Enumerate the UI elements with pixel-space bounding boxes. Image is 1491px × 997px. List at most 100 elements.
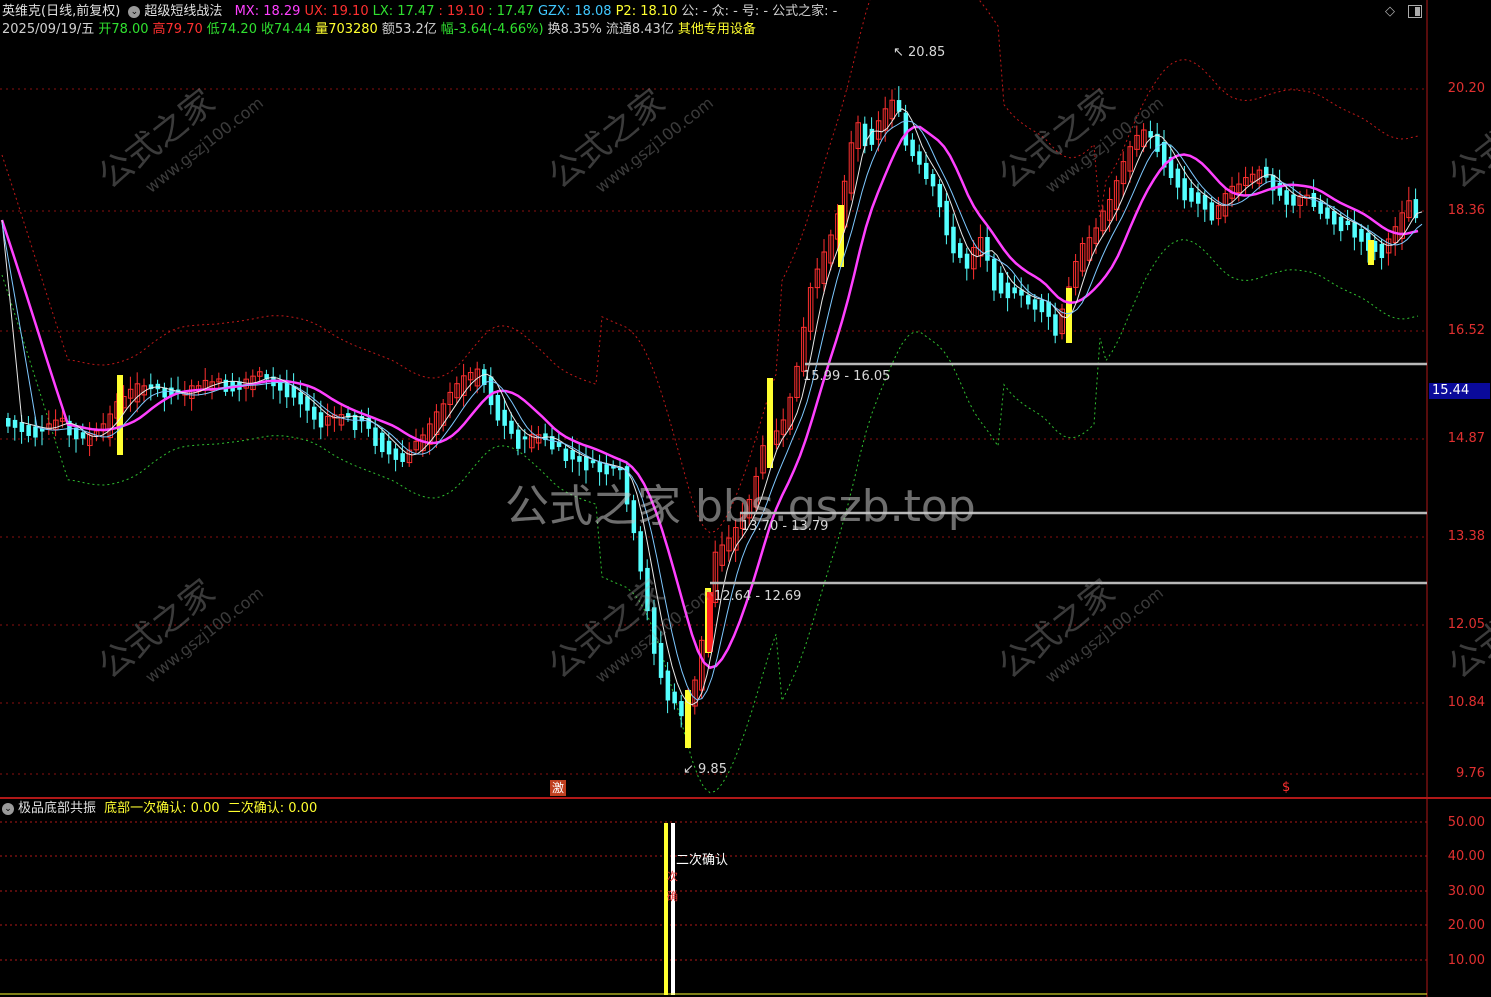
high-price-value: 20.85 [908,45,946,60]
down-candle-body [12,419,18,428]
upper-band-line [1,0,1419,534]
indicator-value: 公式之家: - [772,4,838,19]
formula-name: 超级短线战法 [144,4,223,19]
down-candle-body [1345,220,1351,226]
watermark-tile: 公式之家www.gszj100.com [91,572,267,687]
sub-panel-header: ⌄ 极品底部共振 底部一次确认: 0.00 二次确认: 0.00 [2,801,321,817]
watermark-tile-text: 公式之家 [1441,82,1491,197]
watermark-tile: 公式之家www.gszj100.com [991,82,1167,197]
down-candle-body [1189,187,1194,202]
quote-field: 幅-3.64(-4.66%) [440,22,544,37]
down-candle-body [985,237,990,261]
chevron-down-icon[interactable]: ⌄ [128,5,141,18]
quote-field: 开78.00 [98,22,149,37]
quote-field: 换8.35% [547,22,602,37]
down-candle-body [488,376,494,406]
stock-name[interactable]: 英维克(日线,前复权) [2,4,120,19]
indicator-value: P2: 18.10 [615,4,678,19]
down-candle-body [1005,282,1011,299]
down-candle-body [951,226,956,254]
indicator-value: UX: 19.10 [304,4,369,19]
down-candle-body [563,448,569,461]
svg-text:次: 次 [667,869,678,883]
low-price-label: ↙ 9.85 [683,762,727,777]
down-candle-body [393,448,399,460]
down-candle-body [386,440,392,455]
down-candle-body [1291,194,1296,206]
sub-panel-name[interactable]: 极品底部共振 [18,801,96,816]
window-toggle-icon[interactable] [1408,5,1422,18]
watermark-tile: 公式之家www.gszj100.com [991,572,1167,687]
down-candle-body [80,432,86,439]
down-candle-body [516,429,521,449]
down-candle-body [1175,168,1181,188]
dollar-marker-icon[interactable]: $ [1282,780,1290,795]
header-row-2: 2025/09/19/五 开78.00 高79.70 低74.20 收74.44 量703… [2,22,760,38]
price-axis-label: 12.05 [1447,617,1485,632]
down-candle-body [1359,228,1364,242]
price-axis-label: 9.76 [1456,766,1485,781]
down-candle-body [903,112,909,146]
signal-label: 二次确认 [676,853,729,868]
down-candle-body [1209,202,1215,221]
chevron-down-icon[interactable]: ⌄ [2,802,14,815]
down-candle-body [502,409,507,426]
down-candle-body [373,427,378,446]
down-candle-body [400,453,405,462]
down-candle-body [998,272,1004,294]
down-candle-body [992,258,997,291]
down-candle-body [665,670,671,701]
quote-field: 量703280 [315,22,378,37]
quote-field: 高79.70 [152,22,203,37]
down-candle-body [284,382,290,398]
down-candle-body [298,392,303,405]
down-candle-body [658,642,664,678]
down-candle-body [6,418,11,427]
down-candle-body [924,162,929,180]
diamond-icon[interactable]: ◇ [1385,5,1399,19]
low-price-value: 9.85 [698,762,727,777]
level-3-label: 12.64 - 12.69 [714,589,802,604]
price-axis-label: 20.20 [1447,81,1485,96]
sub-axis-label: 10.00 [1447,953,1485,968]
down-candle-body [380,432,385,453]
down-candle-body [917,151,922,165]
sub-axis-label: 40.00 [1447,849,1485,864]
down-candle-body [1196,192,1201,204]
quote-field: 2025/09/19/五 [2,22,95,37]
price-axis-label: 10.84 [1447,695,1485,710]
signal-candle [685,690,691,748]
quote-field: 低74.20 [206,22,257,37]
watermark-tile: 公式之家www.gszj100.com [541,82,717,197]
indicator-value: GZX: 18.08 [537,4,612,19]
indicator-value: MX: 18.29 [234,4,301,19]
watermark-text: 公式之家 bbs.gszb.top [505,481,976,532]
high-price-label: ↖ 20.85 [893,45,946,60]
down-candle-body [522,436,528,440]
down-candle-body [162,387,167,398]
down-candle-body [1053,314,1058,336]
down-candle-body [577,456,582,462]
down-candle-body [570,450,575,460]
down-candle-body [312,406,317,420]
down-candle-body [509,420,514,434]
formula-selector[interactable]: ⌄ 超级短线战法 [128,4,226,19]
indicator-value: LX: 17.47 [372,4,435,19]
indicator-value: 公: - [681,4,708,19]
down-candle-body [672,691,677,704]
first-confirm-bar [664,823,668,995]
down-candle-body [495,394,501,421]
sub-axis-label: 30.00 [1447,884,1485,899]
down-candle-body [1332,210,1337,225]
down-candle-body [1032,299,1038,310]
price-axis-label: 18.36 [1447,203,1485,218]
second-confirm-bar [671,823,675,995]
down-candle-body [930,174,936,187]
down-candle-body [1284,190,1289,205]
down-candle-body [584,456,589,471]
down-candle-body [1026,295,1031,305]
event-marker-icon[interactable]: 激 [550,780,566,796]
down-candle-body [937,183,943,208]
indicator-values: MX: 18.29 UX: 19.10 LX: 17.47: 19.10: 17.4… [235,4,842,19]
down-candle-body [1012,287,1017,294]
